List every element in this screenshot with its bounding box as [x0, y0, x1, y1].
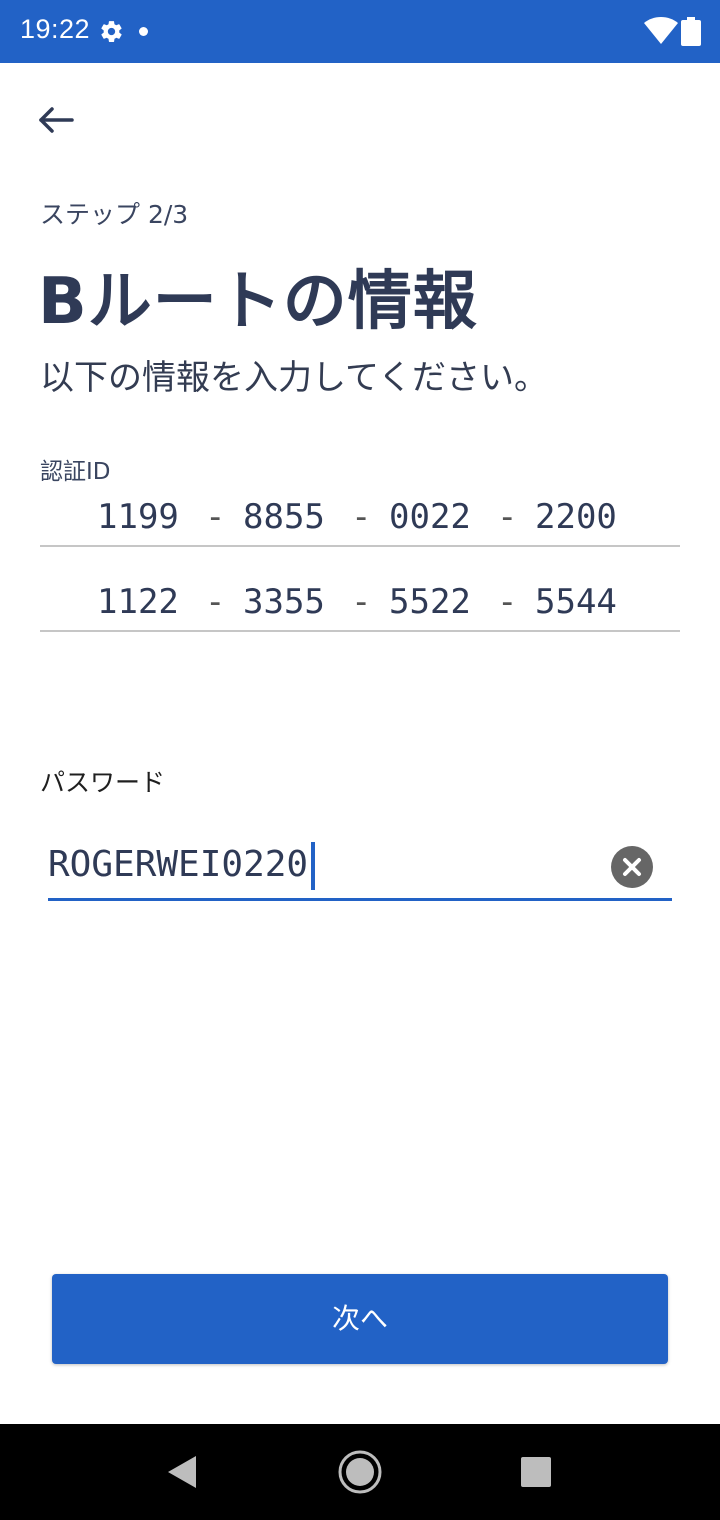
- password-label: パスワード: [40, 768, 166, 797]
- clear-button[interactable]: [611, 846, 653, 888]
- auth-id-separator: -: [205, 582, 226, 622]
- auth-id-separator: -: [205, 497, 226, 537]
- auth-id-segment: 1122: [97, 582, 179, 622]
- clear-circle-icon: [623, 858, 641, 876]
- nav-home-icon[interactable]: [337, 1449, 383, 1495]
- status-time: 19:22: [20, 14, 91, 44]
- page-subtitle: 以下の情報を入力してください。: [40, 358, 548, 398]
- auth-id-segment: 8855: [243, 497, 325, 537]
- auth-id-label: 認証ID: [40, 459, 111, 485]
- auth-id-segment: 2200: [535, 497, 617, 537]
- wifi-icon: [644, 17, 678, 44]
- screen: 19:22 ステップ 2/3 Bルートの情報 以下の情報を入力してください。 認…: [0, 0, 720, 1520]
- battery-icon: [681, 17, 701, 46]
- status-bar: 19:22: [0, 0, 720, 63]
- navigation-bar: [0, 1424, 720, 1520]
- arrow-left-icon: [39, 107, 74, 133]
- nav-back-icon[interactable]: [166, 1454, 198, 1490]
- auth-id-separator: -: [497, 497, 518, 537]
- auth-id-row-1[interactable]: 1199 - 8855 - 0022 - 2200: [40, 497, 680, 547]
- auth-id-segment: 0022: [389, 497, 471, 537]
- notification-dot-icon: [139, 27, 148, 36]
- auth-id-segment: 1199: [97, 497, 179, 537]
- nav-recents-icon[interactable]: [521, 1457, 551, 1487]
- auth-id-separator: -: [351, 582, 372, 622]
- auth-id-segment: 5544: [535, 582, 617, 622]
- step-indicator: ステップ 2/3: [40, 200, 189, 229]
- text-caret: [311, 842, 315, 890]
- page-title: Bルートの情報: [38, 265, 478, 339]
- auth-id-segment: 3355: [243, 582, 325, 622]
- auth-id-separator: -: [351, 497, 372, 537]
- auth-id-segment: 5522: [389, 582, 471, 622]
- password-field[interactable]: ROGERWEI0220: [48, 838, 672, 901]
- next-button[interactable]: 次へ: [52, 1274, 668, 1364]
- auth-id-separator: -: [497, 582, 518, 622]
- auth-id-row-2[interactable]: 1122 - 3355 - 5522 - 5544: [40, 582, 680, 632]
- back-button[interactable]: [30, 98, 82, 144]
- password-value: ROGERWEI0220: [48, 844, 309, 885]
- gear-icon: [101, 21, 122, 42]
